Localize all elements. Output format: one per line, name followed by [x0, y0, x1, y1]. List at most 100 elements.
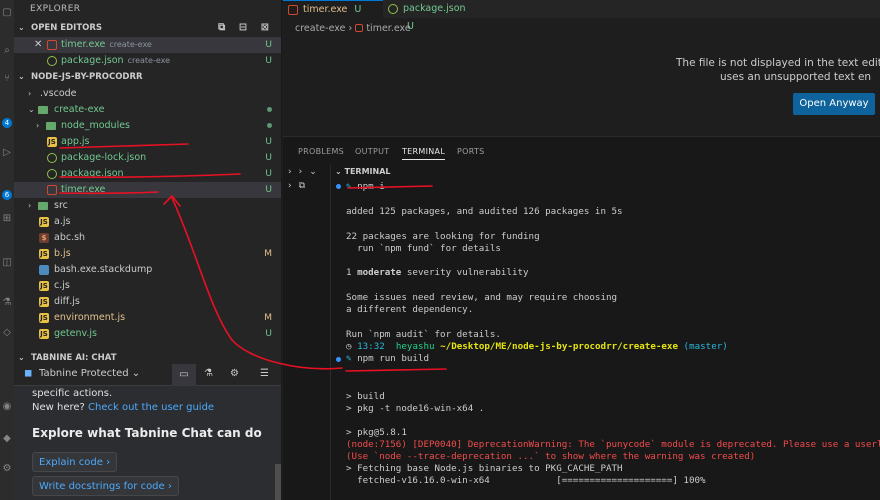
file-name: bash.exe.stackdump: [54, 264, 153, 275]
chat-scrollbar[interactable]: [274, 386, 281, 500]
json-file-icon: [388, 4, 398, 14]
breadcrumb-folder[interactable]: create-exe: [295, 23, 345, 34]
tree-item-node-modules[interactable]: › node_modules: [14, 118, 281, 134]
tab-package-json[interactable]: package.json U: [383, 0, 479, 32]
unsupported-file-text: The file is not displayed in the text ed…: [676, 56, 880, 84]
tabnine-toolbar: ◼ Tabnine Protected ⌄ ▭ ⚗ ⚙ ☰: [14, 364, 281, 386]
terminal-nav-icons[interactable]: ››⌄: [288, 167, 324, 177]
terminal-line: run `npm fund` for details: [346, 243, 501, 254]
tree-item-create-exe[interactable]: ⌄ create-exe: [14, 102, 281, 118]
new-here-line: New here? Check out the user guide: [32, 402, 214, 413]
chevron-down-icon: ⌄: [28, 105, 35, 114]
file-name: abc.sh: [54, 232, 86, 243]
git-dot: [267, 102, 272, 118]
tree-item-bash-stackdump[interactable]: bash.exe.stackdump: [14, 262, 281, 278]
tree-item-src[interactable]: › src: [14, 198, 281, 214]
tree-item-getenv-js[interactable]: JS getenv.js U: [14, 326, 281, 342]
tabnine-icon[interactable]: ◆: [0, 432, 14, 446]
file-name: src: [54, 200, 68, 211]
tab-timer-exe[interactable]: timer.exe U: [283, 0, 383, 18]
terminal-sidebar: ››⌄ ›⧉: [283, 165, 331, 500]
js-file-icon: JS: [39, 313, 49, 323]
terminal-line: 22 packages are looking for funding: [346, 231, 540, 242]
tree-item-timer-exe[interactable]: timer.exe U: [14, 182, 281, 198]
tree-item-c-js[interactable]: JS c.js: [14, 278, 281, 294]
tree-item-package-lock-json[interactable]: package-lock.json U: [14, 150, 281, 166]
menu-icon[interactable]: ☰: [260, 368, 269, 379]
tree-item-diff-js[interactable]: JS diff.js: [14, 294, 281, 310]
shell-file-icon: $: [39, 233, 49, 243]
close-icon[interactable]: ✕: [34, 37, 42, 53]
tree-item-app-js[interactable]: JS app.js U: [14, 134, 281, 150]
new-here-text: New here?: [32, 402, 85, 413]
file-icon: [39, 265, 49, 275]
chevron-right-icon: ›: [36, 121, 40, 130]
tree-item-a-js[interactable]: JS a.js: [14, 214, 281, 230]
terminal-section-header: ⌄ TERMINAL: [331, 165, 880, 179]
tabnine-chat-content: specific actions. New here? Check out th…: [14, 386, 274, 500]
protected-label: Tabnine Protected: [39, 368, 129, 379]
git-status: U: [265, 153, 272, 163]
open-editors-actions[interactable]: ⧉ ⊟ ⊠: [218, 20, 274, 36]
source-control-icon[interactable]: ⑂: [0, 72, 14, 86]
run-debug-icon[interactable]: ▷: [0, 146, 14, 160]
tab-terminal[interactable]: TERMINAL: [402, 147, 446, 160]
tree-item-abc-sh[interactable]: $ abc.sh: [14, 230, 281, 246]
project-header[interactable]: ⌄ NODE-JS-BY-PROCODRR: [14, 69, 281, 85]
file-name: node_modules: [61, 120, 131, 131]
terminal-line: ✎ npm i: [346, 181, 385, 193]
file-name: a.js: [54, 216, 71, 227]
settings-gear-icon[interactable]: ⚙: [0, 462, 14, 476]
terminal-action-icons[interactable]: ›⧉: [288, 181, 312, 191]
js-file-icon: JS: [47, 137, 57, 147]
tabnine-chat-section: ⌄ TABNINE AI: CHAT ◼ Tabnine Protected ⌄…: [14, 350, 281, 500]
folder-icon: [46, 122, 56, 130]
gear-icon[interactable]: ⚙: [230, 368, 239, 379]
scrollbar-thumb[interactable]: [275, 464, 281, 500]
open-editor-item-package-json[interactable]: package.json create-exe U: [14, 53, 281, 69]
extensions-icon[interactable]: ⊞: [0, 212, 14, 226]
git-status: M: [264, 249, 272, 259]
json-file-icon: [47, 169, 57, 179]
open-anyway-button[interactable]: Open Anyway: [793, 93, 875, 115]
search-icon[interactable]: ⌕: [0, 44, 14, 58]
user-guide-link[interactable]: Check out the user guide: [88, 402, 214, 413]
chat-icon[interactable]: ▭: [172, 364, 196, 386]
terminal-line: > build: [346, 391, 385, 402]
tree-item-package-json[interactable]: package.json U: [14, 166, 281, 182]
tab-output[interactable]: OUTPUT: [355, 147, 389, 156]
prompt-path: ~/Desktop/ME/node-js-by-procodrr/create-…: [440, 341, 678, 352]
git-status: M: [264, 313, 272, 323]
terminal-line: 1 moderate severity vulnerability: [346, 267, 529, 279]
docker-icon[interactable]: ◇: [0, 326, 14, 340]
file-name: package.json: [61, 55, 124, 66]
tree-item-vscode[interactable]: › .vscode: [14, 86, 281, 102]
git-status: U: [265, 329, 272, 339]
protected-dropdown[interactable]: Tabnine Protected ⌄: [39, 368, 140, 379]
tree-item-environment-js[interactable]: JS environment.js M: [14, 310, 281, 326]
tab-ports[interactable]: PORTS: [457, 147, 485, 156]
command-decoration-icon[interactable]: [336, 184, 341, 189]
open-editor-item-timer-exe[interactable]: ✕ timer.exe create-exe U: [14, 37, 281, 53]
explain-code-button[interactable]: Explain code ›: [32, 452, 118, 472]
open-editors-header[interactable]: ⌄ OPEN EDITORS ⧉ ⊟ ⊠: [14, 20, 281, 36]
files-icon[interactable]: ▢: [0, 6, 14, 20]
remote-icon[interactable]: ◫: [0, 256, 14, 270]
tab-problems[interactable]: PROBLEMS: [298, 147, 344, 156]
account-icon[interactable]: ◉: [0, 400, 14, 414]
git-status: U: [265, 137, 272, 147]
write-docstrings-button[interactable]: Write docstrings for code ›: [32, 476, 179, 496]
prompt-time: 13:32: [357, 341, 385, 352]
command-decoration-icon[interactable]: [336, 357, 341, 362]
flask-icon[interactable]: ⚗: [204, 368, 213, 379]
testing-icon[interactable]: ⚗: [0, 296, 14, 310]
terminal-output[interactable]: ✎ npm i added 125 packages, and audited …: [331, 179, 880, 500]
chevron-right-icon: ›: [106, 457, 111, 468]
git-status: U: [354, 4, 362, 15]
tree-item-b-js[interactable]: JS b.js M: [14, 246, 281, 262]
terminal-label: TERMINAL: [344, 167, 391, 176]
tab-label: timer.exe: [303, 4, 348, 15]
breadcrumb-file[interactable]: timer.exe: [366, 23, 410, 34]
scm-badge: 4: [2, 118, 12, 128]
activity-bar: ▢ ⌕ ⑂ 4 ▷ 6 ⊞ ◫ ⚗ ◇ ◉ ◆ ⚙: [0, 0, 14, 500]
